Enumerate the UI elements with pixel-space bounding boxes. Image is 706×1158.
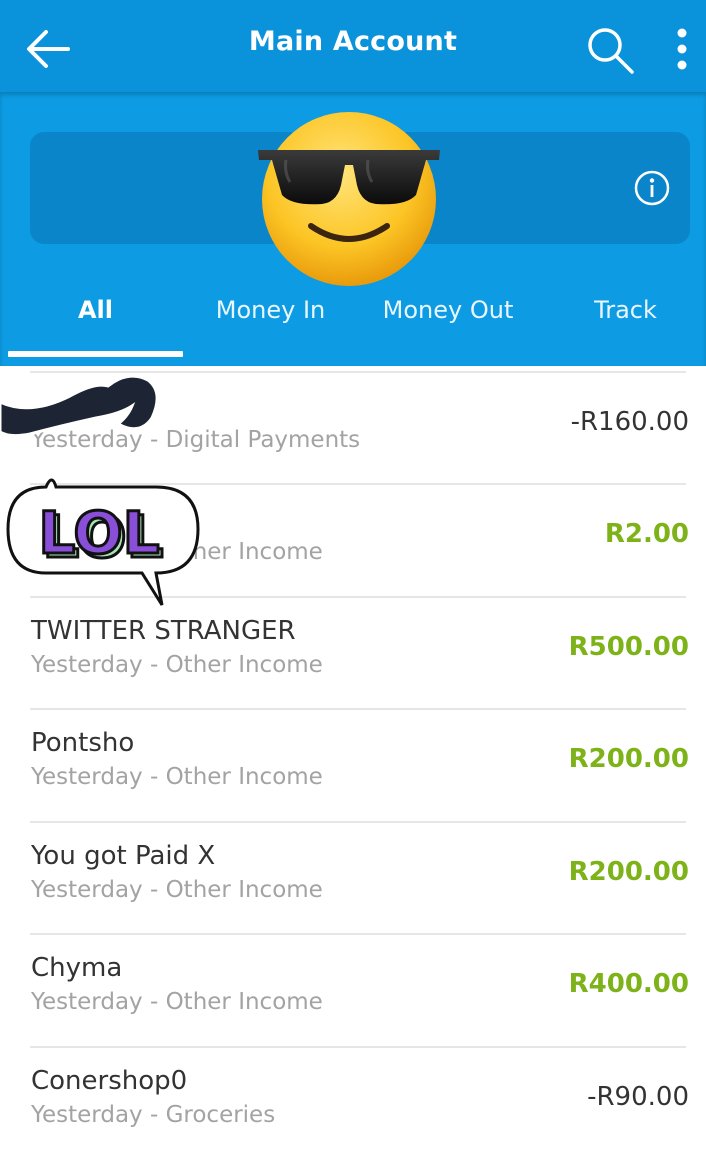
tab-money-out[interactable]: Money Out: [358, 296, 538, 336]
transaction-name: Chyma: [31, 953, 123, 983]
transaction-row[interactable]: Chyma Yesterday - Other Income R400.00: [0, 933, 706, 1045]
transaction-row[interactable]: Pontsho Yesterday - Other Income R200.00: [0, 708, 706, 820]
transaction-subtitle: Yesterday - Other Income: [31, 652, 323, 678]
svg-text:LOL: LOL: [38, 499, 159, 567]
transaction-name: Pontsho: [31, 728, 135, 758]
mustache-sticker: [0, 374, 159, 438]
transaction-subtitle: Yesterday - Other Income: [31, 989, 323, 1015]
transaction-subtitle: Yesterday - Groceries: [31, 1102, 276, 1128]
transaction-name: TWITTER STRANGER: [31, 616, 296, 646]
transaction-amount: R200.00: [568, 857, 689, 887]
divider: [30, 1046, 686, 1048]
active-tab-indicator: [8, 351, 183, 357]
divider: [30, 708, 686, 710]
transaction-name: You got Paid X: [31, 841, 216, 871]
tab-all[interactable]: All: [8, 296, 183, 336]
info-icon[interactable]: [632, 168, 672, 208]
transaction-amount: R500.00: [568, 632, 689, 662]
search-icon[interactable]: [584, 24, 636, 76]
filter-tabs: All Money In Money Out Track: [0, 280, 706, 366]
transaction-subtitle: Yesterday - Other Income: [31, 764, 323, 790]
transaction-row[interactable]: Conershop0 Yesterday - Groceries -R90.00: [0, 1046, 706, 1158]
transaction-amount: R2.00: [604, 519, 689, 549]
transaction-amount: -R90.00: [587, 1082, 689, 1112]
divider: [30, 933, 686, 935]
transaction-amount: R200.00: [568, 744, 689, 774]
transaction-row[interactable]: You got Paid X Yesterday - Other Income …: [0, 821, 706, 933]
transaction-amount: R400.00: [568, 969, 689, 999]
transaction-amount: -R160.00: [570, 407, 689, 437]
transaction-row[interactable]: TWITTER STRANGER Yesterday - Other Incom…: [0, 596, 706, 708]
lol-speech-bubble-sticker: LOL LOL: [6, 478, 200, 606]
tab-money-in[interactable]: Money In: [183, 296, 358, 336]
more-vertical-icon[interactable]: [668, 24, 696, 74]
app-bar: Main Account: [0, 0, 706, 92]
transaction-name: Conershop0: [31, 1066, 188, 1096]
tab-track[interactable]: Track: [538, 296, 706, 336]
transaction-subtitle: Yesterday - Other Income: [31, 877, 323, 903]
divider: [30, 821, 686, 823]
sunglasses-emoji-sticker: [258, 112, 440, 286]
